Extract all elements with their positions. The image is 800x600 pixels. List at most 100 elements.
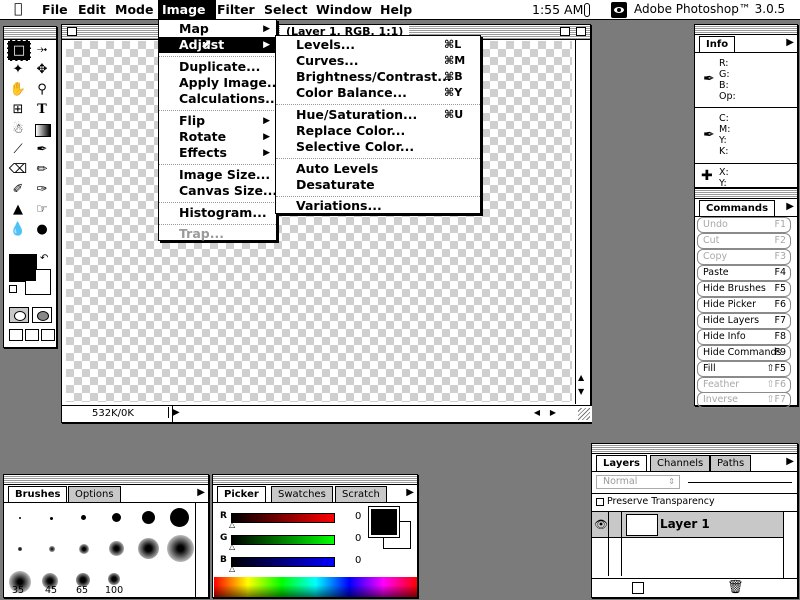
menu-filter[interactable]: Filter [213, 0, 259, 19]
layers-scrollbar[interactable] [783, 512, 797, 578]
tab-info[interactable]: Info [699, 36, 736, 53]
eyedropper-tool-icon[interactable]: ✒ [31, 140, 53, 159]
blur-tool-icon[interactable]: 💧 [7, 220, 29, 239]
command-button-hide-picker[interactable]: Hide Picker F6 [697, 297, 791, 313]
brush-soft-4[interactable] [109, 541, 124, 556]
hand-tool-icon[interactable]: ✋ [7, 80, 29, 99]
red-slider[interactable] [231, 513, 335, 523]
apple-menu-icon[interactable]:  [10, 0, 26, 19]
quick-mask-mode-icon[interactable] [32, 307, 52, 323]
swap-colors-icon[interactable]: ↶ [40, 253, 48, 264]
command-button-hide-layers[interactable]: Hide Layers F7 [697, 313, 791, 329]
command-button-paste[interactable]: Paste F4 [697, 265, 791, 281]
trash-icon[interactable]: 🗑 [727, 580, 744, 595]
preserve-transparency-checkbox[interactable] [596, 498, 604, 506]
image-menu-item-rotate[interactable]: Rotate ▶ [159, 129, 276, 145]
smudge-tool-icon[interactable]: ☞ [31, 200, 53, 219]
dodge-tool-icon[interactable]: ● [31, 220, 53, 239]
palette-menu-arrow-icon[interactable]: ▶ [406, 487, 414, 498]
eraser-tool-icon[interactable]: ⌫ [7, 160, 29, 179]
menu-select[interactable]: Select [260, 0, 312, 19]
command-button-hide-commands[interactable]: Hide Commands F9 [697, 345, 791, 361]
menu-mode[interactable]: Mode [111, 0, 157, 19]
move-tool-icon[interactable]: ✥ [31, 60, 53, 79]
palette-menu-arrow-icon[interactable]: ▶ [786, 456, 794, 467]
commands-palette-titlebar[interactable] [695, 189, 797, 199]
vertical-scrollbar[interactable]: ▲ ▼ [575, 40, 590, 404]
command-button-undo[interactable]: Undo F1 [697, 217, 791, 233]
layers-palette-titlebar[interactable] [592, 444, 797, 454]
brush-soft-1[interactable] [18, 547, 22, 551]
adjust-menu-item-variations[interactable]: Variations... [276, 198, 480, 214]
brush-19px[interactable] [170, 508, 189, 527]
opacity-slider[interactable] [688, 482, 792, 483]
adjust-menu-item-auto-levels[interactable]: Auto Levels [276, 161, 480, 177]
command-button-feather[interactable]: Feather ⇧F6 [697, 377, 791, 393]
info-palette-titlebar[interactable] [695, 25, 797, 35]
eye-visibility-icon[interactable]: 👁 [594, 518, 608, 531]
layer-name[interactable]: Layer 1 [660, 517, 710, 531]
scroll-up-arrow-icon[interactable]: ▲ [578, 373, 584, 382]
marquee-tool-icon[interactable]: □ [7, 40, 31, 61]
image-menu-item-map[interactable]: Map ▶ [159, 21, 276, 37]
slider-triangle-icon[interactable]: △ [229, 564, 235, 573]
brush-3px[interactable] [50, 517, 53, 520]
blue-slider[interactable] [231, 557, 335, 567]
slider-triangle-icon[interactable]: △ [229, 520, 235, 529]
brushes-scrollbar[interactable] [195, 503, 208, 597]
toolbox-titlebar[interactable] [4, 27, 56, 40]
image-menu-item-histogram[interactable]: Histogram... [159, 205, 276, 221]
screen-mode-full-menu-icon[interactable] [25, 329, 39, 341]
lasso-tool-icon[interactable]: ⤞ [31, 40, 53, 59]
tab-picker[interactable]: Picker [217, 486, 266, 503]
image-menu-item-canvas-size[interactable]: Canvas Size... [159, 183, 277, 199]
tab-swatches[interactable]: Swatches [271, 486, 333, 502]
layer-link-column[interactable] [608, 512, 622, 538]
tab-paths[interactable]: Paths [710, 455, 752, 471]
tab-options[interactable]: Options [68, 486, 121, 502]
screen-mode-standard-icon[interactable] [9, 329, 23, 341]
picker-palette-titlebar[interactable] [213, 475, 417, 485]
close-box-icon[interactable] [67, 27, 77, 36]
picker-foreground-swatch[interactable] [368, 506, 400, 538]
scroll-down-arrow-icon[interactable]: ▼ [578, 387, 584, 396]
brush-9px[interactable] [112, 513, 121, 522]
adjust-menu-item-levels[interactable]: Levels... ⌘L [276, 37, 480, 53]
command-button-inverse[interactable]: Inverse ⇧F7 [697, 392, 791, 408]
menu-window[interactable]: Window [312, 0, 376, 19]
command-button-hide-brushes[interactable]: Hide Brushes F5 [697, 281, 791, 297]
new-layer-icon[interactable] [632, 582, 644, 594]
rubber-stamp-tool-icon[interactable]: ▲ [7, 200, 29, 219]
image-menu-item-adjust[interactable]: Adjust ▶ [159, 37, 276, 53]
photoshop-app-icon[interactable] [611, 2, 627, 18]
menu-help[interactable]: Help [376, 0, 416, 19]
adjust-menu-item-curves[interactable]: Curves... ⌘M [276, 53, 480, 69]
default-colors-icon[interactable] [9, 285, 17, 293]
screen-mode-full-icon[interactable] [41, 329, 55, 341]
palette-menu-arrow-icon[interactable]: ▶ [786, 201, 794, 212]
palette-menu-arrow-icon[interactable]: ▶ [197, 487, 205, 498]
tab-commands[interactable]: Commands [699, 200, 776, 217]
slider-triangle-icon[interactable]: △ [229, 542, 235, 551]
scroll-right-arrow-icon[interactable]: ▶ [550, 408, 556, 417]
type-tool-icon[interactable]: T [31, 100, 53, 119]
tab-layers[interactable]: Layers [596, 455, 647, 472]
zoom-tool-icon[interactable]: ⚲ [31, 80, 53, 99]
adjust-menu-item-replace-color[interactable]: Replace Color... [276, 123, 480, 139]
brush-soft-3[interactable] [79, 544, 89, 554]
paintbrush-tool-icon[interactable]: ✑ [31, 180, 53, 199]
line-tool-icon[interactable]: ⟋ [7, 140, 29, 159]
adjust-menu-item-desaturate[interactable]: Desaturate [276, 177, 480, 193]
image-menu-item-effects[interactable]: Effects ▶ [159, 145, 276, 161]
scroll-left-arrow-icon[interactable]: ◀ [534, 408, 540, 417]
image-menu-item-calculations[interactable]: Calculations... [159, 91, 279, 107]
pencil-tool-icon[interactable]: ✏ [31, 160, 53, 179]
command-button-cut[interactable]: Cut F2 [697, 233, 791, 249]
menu-edit[interactable]: Edit [74, 0, 110, 19]
brush-13px[interactable] [142, 511, 155, 524]
zoom-box-icon[interactable] [560, 27, 570, 36]
menu-file[interactable]: File [38, 0, 72, 19]
image-menu-item-duplicate[interactable]: Duplicate... [159, 59, 276, 75]
menu-image[interactable]: Image [158, 0, 216, 19]
tab-scratch[interactable]: Scratch [335, 486, 387, 502]
